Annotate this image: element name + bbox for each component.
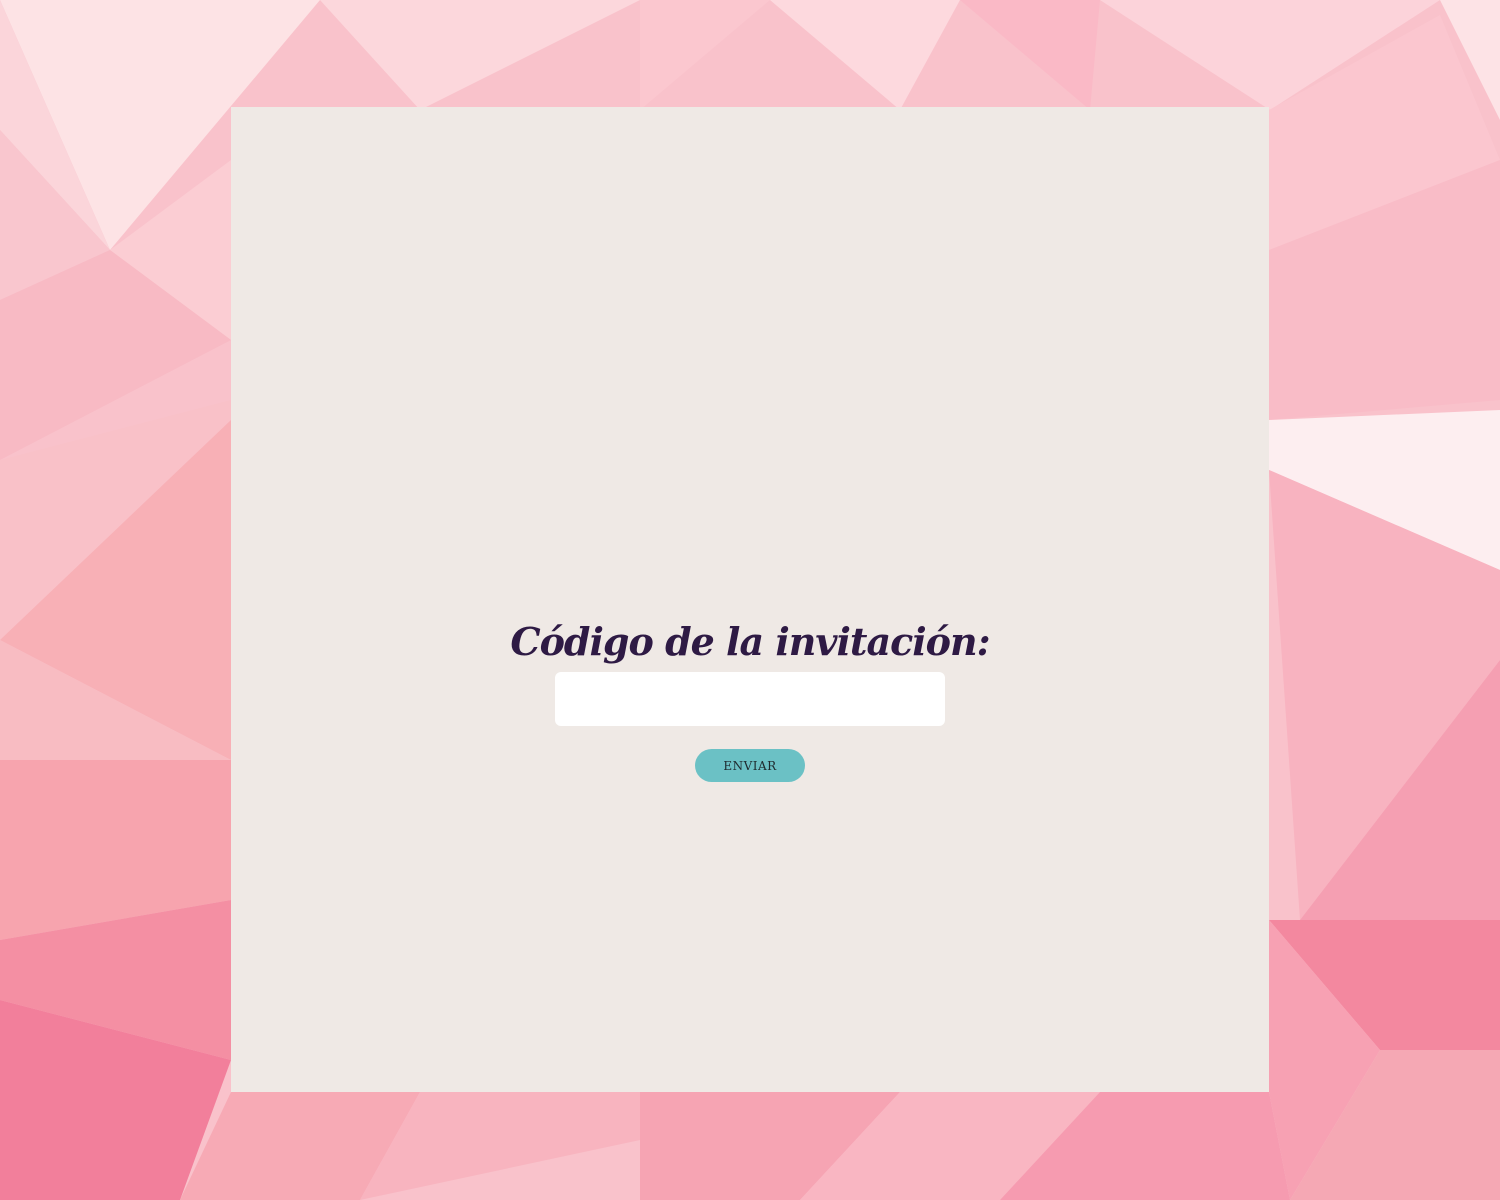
invitation-code-input[interactable] bbox=[555, 672, 945, 726]
invitation-code-form: Código de la invitación: ENVIAR bbox=[231, 617, 1269, 782]
invitation-code-title: Código de la invitación: bbox=[510, 619, 990, 664]
invitation-card: Código de la invitación: ENVIAR bbox=[231, 107, 1269, 1092]
submit-button[interactable]: ENVIAR bbox=[695, 749, 805, 782]
